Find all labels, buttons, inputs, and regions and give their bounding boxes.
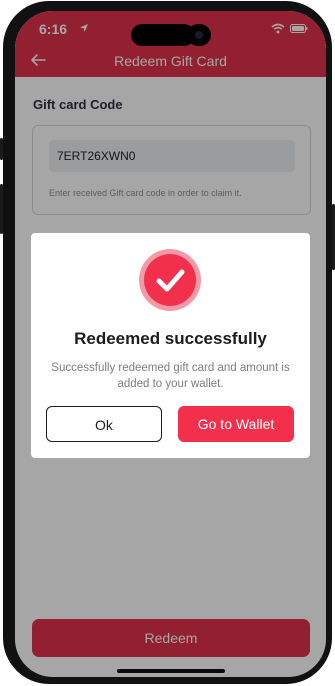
dialog-message: Successfully redeemed gift card and amou… xyxy=(51,362,290,390)
success-badge xyxy=(139,249,201,311)
ok-button[interactable]: Ok xyxy=(46,406,162,442)
phone-screen: 6:16 Redeem Gift Card Gift card Code 7ER… xyxy=(15,11,326,677)
success-badge-inner xyxy=(144,254,196,306)
go-to-wallet-button[interactable]: Go to Wallet xyxy=(178,406,294,442)
phone-frame: 6:16 Redeem Gift Card Gift card Code 7ER… xyxy=(3,1,332,684)
success-dialog: Redeemed successfully Successfully redee… xyxy=(31,233,310,458)
checkmark-icon xyxy=(156,269,185,292)
dialog-title: Redeemed successfully xyxy=(74,329,267,348)
